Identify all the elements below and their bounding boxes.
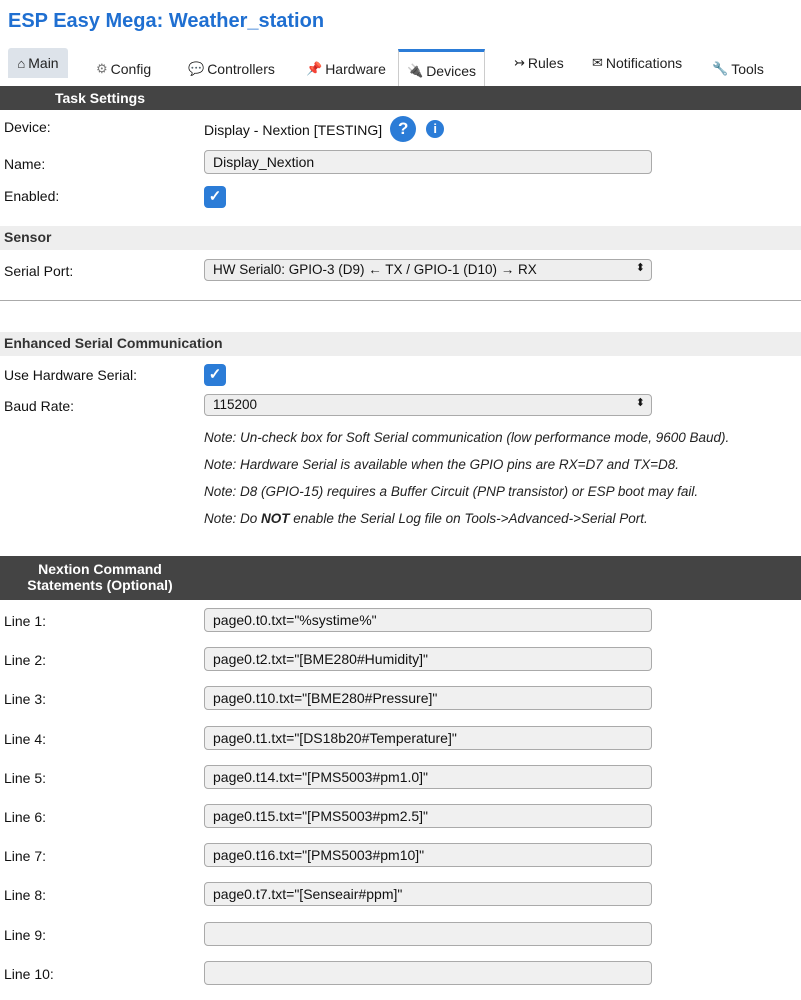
tab-bar: ⌂ Main ⚙ Config 💬 Controllers 📌 Hardware 🔌 De… <box>0 44 801 90</box>
note-soft-serial: Note: Un-check box for Soft Serial commu… <box>204 430 730 445</box>
line-3-input[interactable]: page0.t10.txt="[BME280#Pressure]" <box>204 686 652 711</box>
serial-port-select[interactable]: HW Serial0: GPIO-3 (D9) ← TX / GPIO-1 (D… <box>204 259 652 281</box>
tab-tools-label: Tools <box>731 61 764 77</box>
line-6-input[interactable]: page0.t15.txt="[PMS5003#pm2.5]" <box>204 804 652 828</box>
device-label: Device: <box>4 119 51 135</box>
speech-bubble-icon: 💬 <box>188 61 205 76</box>
tab-config[interactable]: ⚙ Config <box>88 52 159 86</box>
tab-hardware-label: Hardware <box>325 61 386 77</box>
tab-controllers-label: Controllers <box>207 61 275 77</box>
tab-rules-label: Rules <box>527 55 564 71</box>
wrench-icon: 🔧 <box>712 61 729 76</box>
line-5-input[interactable]: page0.t14.txt="[PMS5003#pm1.0]" <box>204 764 652 789</box>
select-arrows-icon: ⬍ <box>635 397 645 409</box>
line-1-label: Line 1: <box>4 613 47 629</box>
name-label: Name: <box>4 156 46 172</box>
note-hw-serial: Note: Hardware Serial is available when … <box>204 457 679 472</box>
baud-rate-value: 115200 <box>213 397 258 412</box>
line-10-input[interactable] <box>204 960 652 985</box>
line-10-label: Line 10: <box>4 965 54 982</box>
tab-devices-label: Devices <box>426 63 476 79</box>
device-value: Display - Nextion [TESTING] <box>204 122 383 138</box>
gear-icon: ⚙ <box>96 61 108 76</box>
line-2-label: Line 2: <box>4 652 47 669</box>
device-value-row: Display - Nextion [TESTING] ? i <box>204 116 445 142</box>
tab-main-label: Main <box>28 55 59 71</box>
baud-rate-label: Baud Rate: <box>4 398 75 414</box>
tab-notifications-label: Notifications <box>605 55 683 71</box>
line-1-input[interactable]: page0.t0.txt="%systime%" <box>204 608 652 632</box>
line-6-label: Line 6: <box>4 809 47 825</box>
info-icon[interactable]: i <box>426 120 445 138</box>
line-2-input[interactable]: page0.t2.txt="[BME280#Humidity]" <box>204 647 652 672</box>
name-input[interactable]: Display_Nextion <box>204 150 652 174</box>
enabled-label: Enabled: <box>4 188 60 204</box>
enhanced-serial-header: Enhanced Serial Communication <box>0 332 801 356</box>
tab-devices[interactable]: 🔌 Devices <box>398 49 485 90</box>
tab-config-label: Config <box>110 61 152 77</box>
use-hw-serial-label: Use Hardware Serial: <box>4 367 138 383</box>
line-4-label: Line 4: <box>4 730 47 747</box>
tab-controllers[interactable]: 💬 Controllers <box>180 52 283 86</box>
note-serial-log: Note: Do NOT enable the Serial Log file … <box>204 511 648 526</box>
use-hw-serial-checkbox[interactable]: ✓ <box>204 364 226 386</box>
rules-arrow-icon: ↣ <box>514 55 525 70</box>
line-7-label: Line 7: <box>4 848 47 865</box>
enabled-checkbox[interactable]: ✓ <box>204 186 226 208</box>
tab-hardware[interactable]: 📌 Hardware <box>298 52 394 86</box>
tab-main[interactable]: ⌂ Main <box>8 48 68 78</box>
task-settings-header: Task Settings <box>0 86 801 110</box>
plug-icon: 🔌 <box>407 63 424 78</box>
note-buffer-circuit: Note: D8 (GPIO-15) requires a Buffer Cir… <box>204 484 699 499</box>
serial-port-value: HW Serial0: GPIO-3 (D9) ← TX / GPIO-1 (D… <box>213 262 537 277</box>
tab-tools[interactable]: 🔧 Tools <box>704 52 772 86</box>
sensor-header: Sensor <box>0 226 801 250</box>
pushpin-icon: 📌 <box>306 61 323 76</box>
divider <box>0 300 801 301</box>
line-4-input[interactable]: page0.t1.txt="[DS18b20#Temperature]" <box>204 725 652 750</box>
app-title: ESP Easy Mega: Weather_station <box>8 10 325 32</box>
serial-port-label: Serial Port: <box>4 263 74 279</box>
line-5-label: Line 5: <box>4 769 47 786</box>
line-3-label: Line 3: <box>4 691 47 708</box>
line-9-input[interactable] <box>204 921 652 946</box>
baud-rate-select[interactable]: 115200 ⬍ <box>204 394 652 416</box>
line-8-input[interactable]: page0.t7.txt="[Senseair#ppm]" <box>204 882 652 907</box>
home-icon: ⌂ <box>17 55 26 71</box>
help-icon[interactable]: ? <box>390 116 417 142</box>
line-9-label: Line 9: <box>4 926 47 943</box>
line-7-input[interactable]: page0.t16.txt="[PMS5003#pm10]" <box>204 843 652 868</box>
nextion-header: Nextion Command Statements (Optional) <box>0 556 801 600</box>
tab-notifications[interactable]: ✉ Notifications <box>584 46 690 80</box>
envelope-icon: ✉ <box>592 55 603 70</box>
line-8-label: Line 8: <box>4 887 47 904</box>
tab-rules[interactable]: ↣ Rules <box>506 46 572 80</box>
select-arrows-icon: ⬍ <box>635 262 645 274</box>
